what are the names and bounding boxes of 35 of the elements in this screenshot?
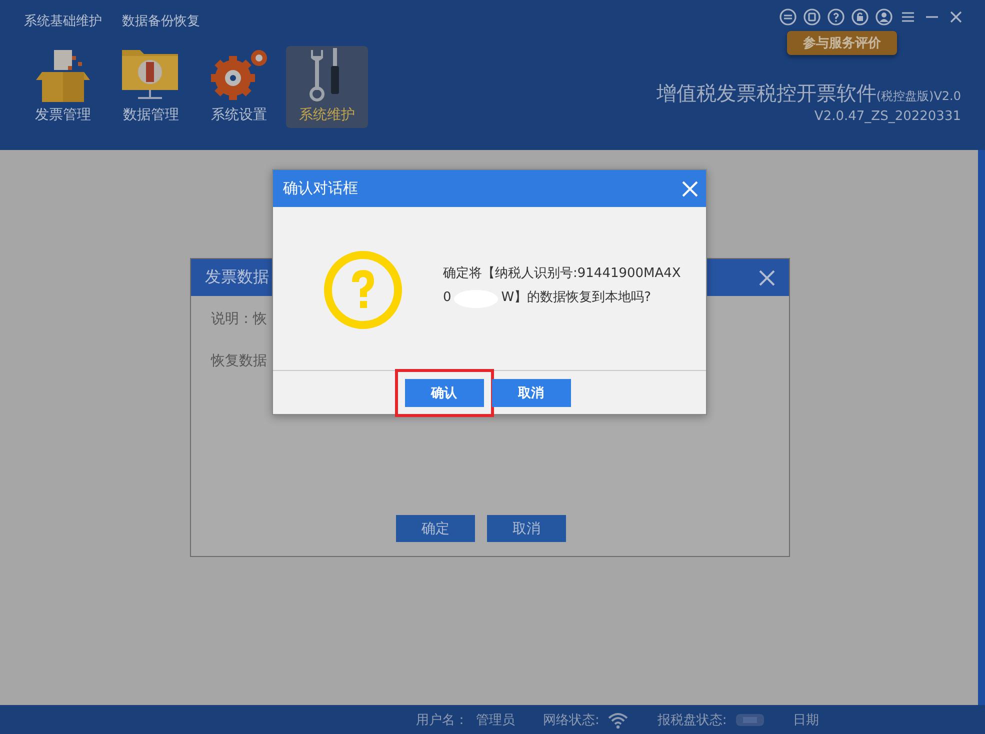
- dialog-title: 发票数据: [205, 267, 269, 288]
- tooltip: 参与服务评价: [787, 31, 897, 55]
- switch-icon[interactable]: [779, 8, 797, 26]
- dialog-title: 确认对话框: [283, 179, 358, 198]
- message-text: 确定将【纳税人识别号:91441900MA4X: [443, 265, 681, 283]
- help-icon[interactable]: [827, 8, 845, 26]
- wifi-icon: [607, 710, 630, 728]
- app-title: 增值税发票税控开票软件: [656, 80, 876, 107]
- status-label: 网络状态:: [543, 712, 600, 728]
- status-label: 日期: [792, 712, 819, 728]
- toolbar-button[interactable]: 发票管理: [22, 46, 104, 128]
- user-name: 管理员: [476, 712, 515, 728]
- toolbar-button[interactable]: 数据管理: [110, 46, 192, 128]
- close-icon[interactable]: [759, 270, 775, 286]
- status-label: 用户名：: [416, 712, 468, 728]
- toolbar-button[interactable]: 系统设置: [198, 46, 280, 128]
- lock-icon[interactable]: [851, 8, 869, 26]
- question-icon: [323, 250, 403, 330]
- dialog-button[interactable]: 取消: [487, 515, 566, 542]
- message-text: 0: [443, 289, 452, 307]
- dialog-button[interactable]: 确定: [396, 515, 475, 542]
- version-label: V2.0.47_ZS_20220331: [814, 109, 961, 124]
- dialog-button[interactable]: 确认: [404, 378, 484, 406]
- message-text: W】的数据恢复到本地吗?: [501, 289, 652, 307]
- toolbar-button[interactable]: 系统维护: [286, 46, 368, 128]
- dialog-text: 说明：恢: [211, 310, 268, 328]
- status-label: 报税盘状态:: [657, 712, 727, 728]
- menu-item[interactable]: 数据备份恢复: [122, 10, 200, 32]
- dialog-button[interactable]: 取消: [492, 378, 570, 406]
- feedback-icon[interactable]: [803, 8, 821, 26]
- dialog-text: 恢复数据: [211, 352, 268, 370]
- menu-item[interactable]: 系统基础维护: [24, 10, 102, 32]
- user-icon[interactable]: [875, 8, 893, 26]
- usb-drive-icon: [734, 712, 765, 728]
- edition-label: (税控盘版)V2.0: [876, 88, 961, 105]
